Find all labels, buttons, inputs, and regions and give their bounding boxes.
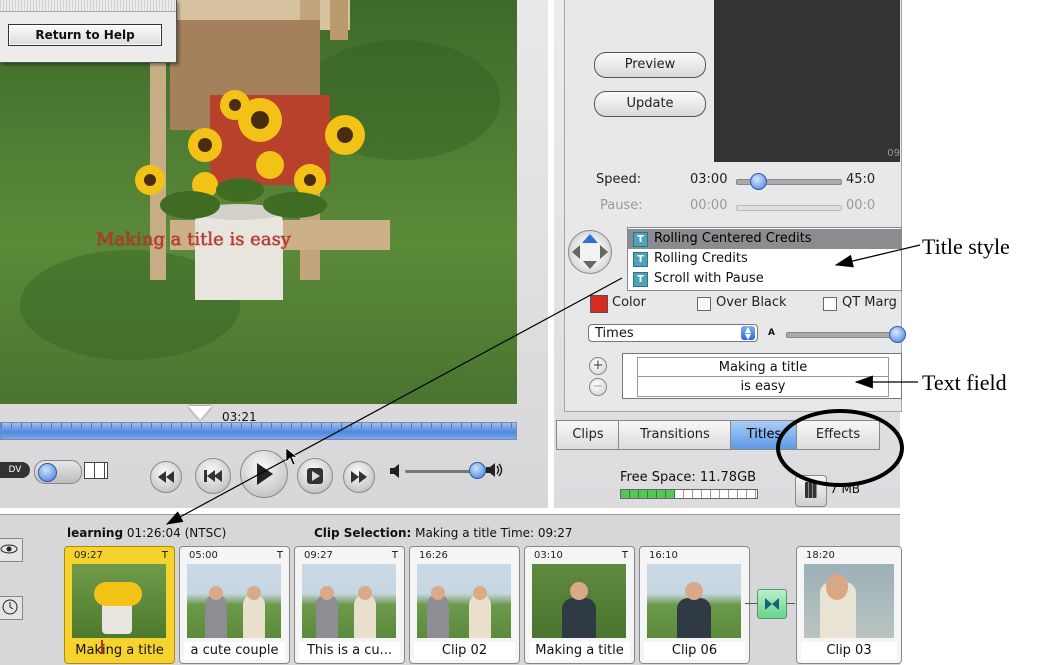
- annotation-layer: [165, 244, 921, 525]
- title-style-annotation: Title style: [922, 234, 1010, 259]
- title-style-arrow: [834, 244, 921, 268]
- text-field-annotation: Text field: [922, 370, 1007, 395]
- mouse-cursor-icon: [285, 447, 298, 466]
- effects-tab-highlight-circle: [776, 409, 904, 487]
- pointer-arrow: [165, 277, 623, 525]
